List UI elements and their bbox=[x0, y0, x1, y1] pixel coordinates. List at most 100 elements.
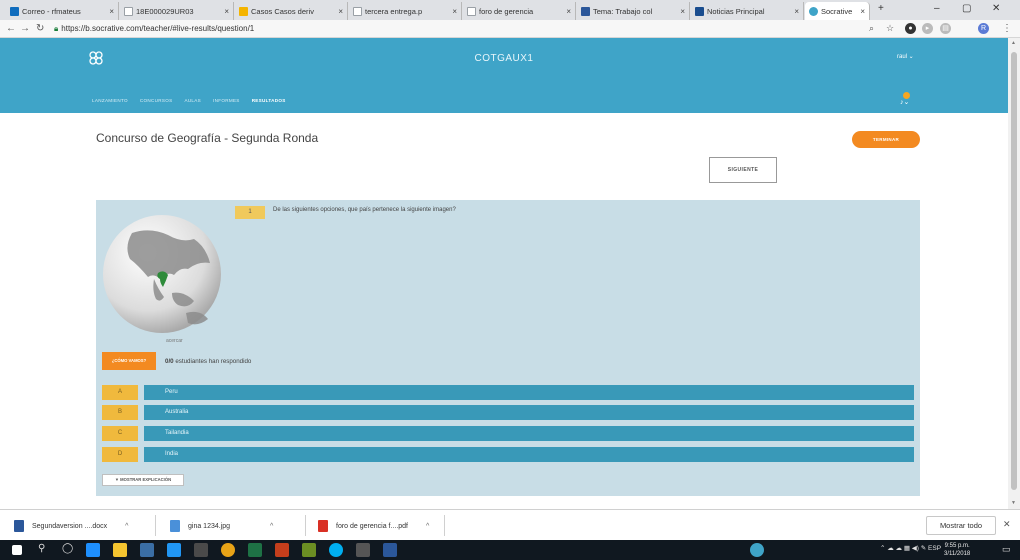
system-tray[interactable]: ⌃ ☁ ☁ ▦ ◀) ✎ ESP bbox=[880, 544, 941, 552]
browser-tab[interactable]: tercera entrega.p × bbox=[349, 2, 462, 20]
show-explanation-button[interactable]: ▼ MOSTRAR EXPLICACIÓN bbox=[102, 474, 184, 486]
tab-label: foro de gerencia bbox=[479, 6, 534, 16]
finish-button[interactable]: TERMINAR bbox=[852, 131, 920, 148]
powerpoint-icon[interactable] bbox=[275, 543, 289, 557]
calculator-icon[interactable] bbox=[356, 543, 370, 557]
answer-bar: Australia bbox=[144, 405, 914, 420]
tab-label: Casos Casos deriv bbox=[251, 6, 314, 16]
window-close-icon[interactable]: ✕ bbox=[992, 3, 1000, 14]
socrative-icon bbox=[809, 6, 818, 16]
browser-tab[interactable]: 18E000029UR03 × bbox=[120, 2, 234, 20]
zoom-link[interactable]: acercar bbox=[166, 338, 183, 344]
globe-image[interactable] bbox=[102, 213, 222, 335]
windows-taskbar: ⚲ ◯ ⌃ ☁ ☁ ▦ ◀) ✎ ESP 9:55 p.m. 3/11/2018… bbox=[0, 540, 1020, 560]
user-menu[interactable]: raul ⌄ bbox=[897, 53, 914, 60]
browser-tab[interactable]: foro de gerencia × bbox=[463, 2, 576, 20]
close-icon[interactable]: ✕ bbox=[1003, 519, 1011, 530]
browser-tab-active[interactable]: Socrative × bbox=[805, 2, 870, 20]
scroll-down-icon[interactable]: ▼ bbox=[1011, 500, 1016, 506]
search-icon[interactable]: ⚲ bbox=[38, 543, 45, 554]
close-icon[interactable]: × bbox=[680, 7, 685, 16]
nav-quizzes[interactable]: CONCURSOS bbox=[140, 98, 173, 103]
nav-launch[interactable]: LANZAMIENTO bbox=[92, 98, 128, 103]
tray-app-icon[interactable] bbox=[750, 543, 764, 557]
extension-icon[interactable]: ● bbox=[905, 23, 916, 34]
chevron-up-icon[interactable]: ^ bbox=[270, 523, 273, 530]
word-icon[interactable] bbox=[383, 543, 397, 557]
minimize-icon[interactable]: – bbox=[934, 3, 940, 14]
reload-icon[interactable]: ↻ bbox=[36, 23, 44, 34]
forward-icon[interactable]: → bbox=[20, 23, 30, 34]
answer-letter: C bbox=[102, 426, 138, 441]
bell-icon: ♪⌄ bbox=[900, 99, 910, 106]
extension-icon[interactable]: ▤ bbox=[940, 23, 951, 34]
pdf-file-icon bbox=[318, 520, 328, 532]
url-field[interactable]: 🔒︎ https://b.socrative.com/teacher/#live-… bbox=[54, 22, 854, 36]
edge-icon[interactable] bbox=[86, 543, 100, 557]
next-button[interactable]: SIGUIENTE bbox=[709, 157, 777, 183]
answer-bar: Peru bbox=[144, 385, 914, 400]
close-icon[interactable]: × bbox=[860, 7, 865, 16]
drive-icon bbox=[239, 6, 248, 16]
browser-tab[interactable]: Tema: Trabajo col × bbox=[577, 2, 690, 20]
clock-date: 3/11/2018 bbox=[944, 551, 971, 557]
back-icon[interactable]: ← bbox=[6, 23, 16, 34]
clock[interactable]: 9:55 p.m. 3/11/2018 bbox=[944, 542, 970, 558]
download-item[interactable]: foro de gerencia f....pdf ^ bbox=[318, 516, 429, 536]
chevron-up-icon[interactable]: ^ bbox=[125, 523, 128, 530]
close-icon[interactable]: × bbox=[794, 7, 799, 16]
notifications-icon[interactable]: ♪⌄ bbox=[900, 92, 914, 108]
news-icon bbox=[695, 6, 704, 16]
nav-results[interactable]: RESULTADOS bbox=[252, 98, 286, 103]
app-icon[interactable] bbox=[302, 543, 316, 557]
close-icon[interactable]: × bbox=[338, 7, 343, 16]
store-icon[interactable] bbox=[140, 543, 154, 557]
download-item[interactable]: gina 1234.jpg ^ bbox=[170, 516, 273, 536]
app-icon[interactable] bbox=[167, 543, 181, 557]
page-scrollbar[interactable]: ▲ ▼ bbox=[1008, 38, 1020, 509]
answer-letter: A bbox=[102, 385, 138, 400]
scroll-thumb[interactable] bbox=[1011, 52, 1017, 490]
language-indicator[interactable]: ESP bbox=[928, 545, 941, 552]
divider bbox=[305, 515, 306, 536]
close-icon[interactable]: × bbox=[452, 7, 457, 16]
browser-tab[interactable]: Casos Casos deriv × bbox=[235, 2, 348, 20]
task-view-icon[interactable]: ◯ bbox=[62, 543, 73, 554]
close-icon[interactable]: × bbox=[109, 7, 114, 16]
scroll-up-icon[interactable]: ▲ bbox=[1011, 40, 1016, 46]
answer-row: B Australia bbox=[102, 405, 914, 420]
bookmark-star-icon[interactable]: ☆ bbox=[886, 23, 894, 34]
close-icon[interactable]: × bbox=[224, 7, 229, 16]
nav-reports[interactable]: INFORMES bbox=[213, 98, 240, 103]
lock-icon: 🔒︎ bbox=[54, 24, 59, 33]
notifications-center-icon[interactable]: ▭ bbox=[1002, 544, 1011, 555]
question-text: De las siguientes opciones, que país per… bbox=[273, 207, 456, 213]
answer-bar: Tailandia bbox=[144, 426, 914, 441]
answer-letter: B bbox=[102, 405, 138, 420]
address-bar: ← → ↻ 🔒︎ https://b.socrative.com/teacher/… bbox=[0, 20, 1020, 38]
browser-tab[interactable]: Noticias Principal × bbox=[691, 2, 804, 20]
download-item[interactable]: Segundaversion ....docx ^ bbox=[14, 516, 128, 536]
show-all-button[interactable]: Mostrar todo bbox=[926, 516, 996, 535]
menu-kebab-icon[interactable]: ⋮ bbox=[1002, 23, 1012, 34]
browser-tab[interactable]: Correo - rfmateus × bbox=[6, 2, 119, 20]
how-are-we-doing-button[interactable]: ¿CÓMO VAMOS? bbox=[102, 352, 156, 370]
chevron-up-icon[interactable]: ^ bbox=[426, 523, 429, 530]
new-tab-icon[interactable]: + bbox=[878, 3, 884, 14]
room-name: COTGAUX1 bbox=[474, 53, 534, 64]
profile-avatar[interactable]: R bbox=[978, 23, 989, 34]
chrome-icon[interactable] bbox=[221, 543, 235, 557]
close-icon[interactable]: × bbox=[566, 7, 571, 16]
download-name: foro de gerencia f....pdf bbox=[336, 522, 408, 530]
skype-icon[interactable] bbox=[329, 543, 343, 557]
maximize-icon[interactable]: ▢ bbox=[962, 3, 971, 14]
file-explorer-icon[interactable] bbox=[113, 543, 127, 557]
windows-start-icon[interactable] bbox=[12, 545, 22, 555]
extension-icon[interactable]: ▸ bbox=[922, 23, 933, 34]
nav-rooms[interactable]: AULAS bbox=[184, 98, 201, 103]
excel-icon[interactable] bbox=[248, 543, 262, 557]
zoom-icon[interactable]: ⌕ bbox=[869, 23, 874, 34]
app-header: COTGAUX1 raul ⌄ LANZAMIENTO CONCURSOS AU… bbox=[0, 38, 1008, 113]
app-icon[interactable] bbox=[194, 543, 208, 557]
divider bbox=[155, 515, 156, 536]
